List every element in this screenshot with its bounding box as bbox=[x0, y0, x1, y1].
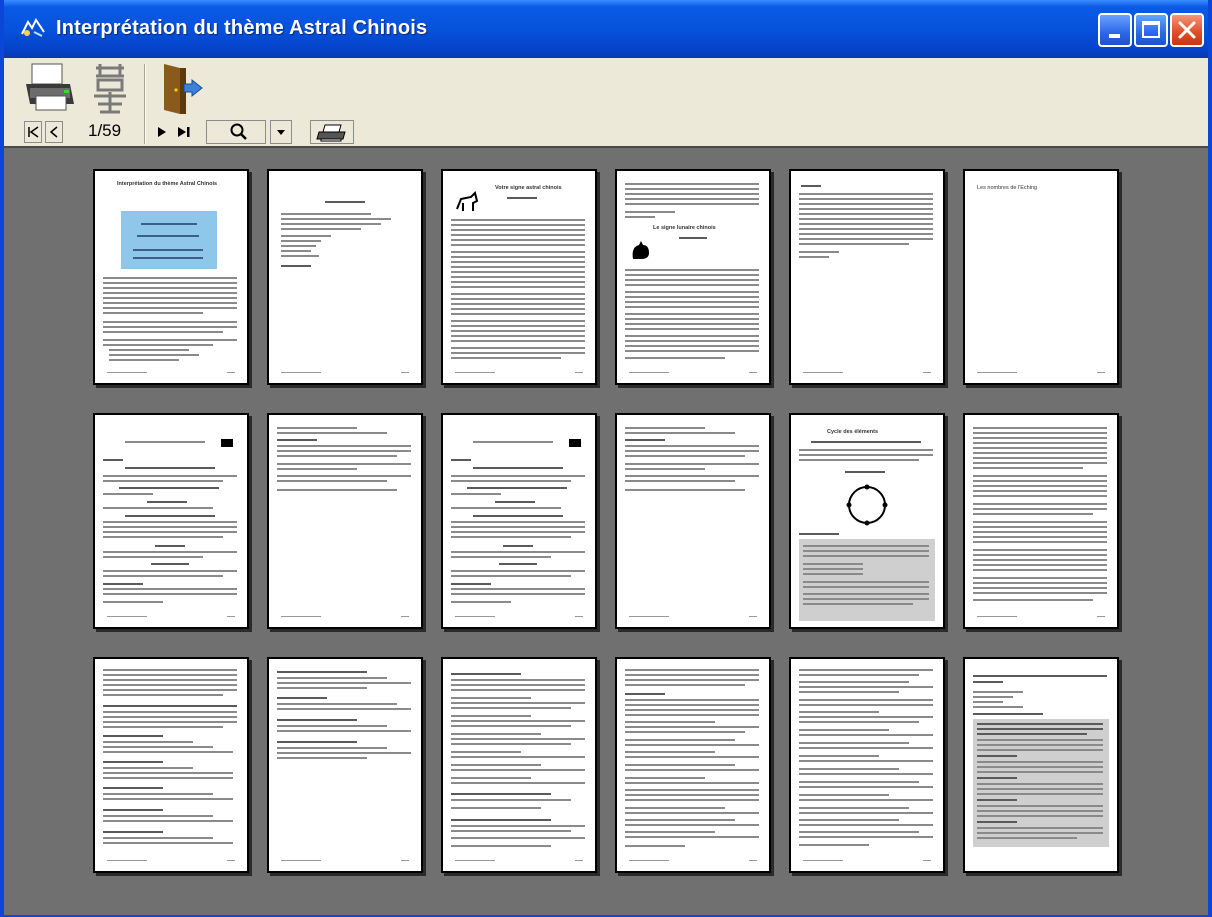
page-viewer[interactable]: Interprétation du thème Astral Chinois V… bbox=[4, 146, 1208, 915]
minimize-icon bbox=[1109, 34, 1120, 38]
previous-page-icon bbox=[49, 126, 58, 138]
close-icon bbox=[1178, 21, 1196, 39]
page-thumbnail[interactable]: Interprétation du thème Astral Chinois bbox=[93, 169, 249, 385]
page-thumbnail[interactable]: Le signe lunaire chinois bbox=[615, 169, 771, 385]
page-thumbnail[interactable] bbox=[267, 413, 423, 629]
small-printer-icon bbox=[316, 124, 346, 142]
printer-icon[interactable] bbox=[24, 62, 80, 114]
next-page-icon bbox=[158, 127, 166, 137]
close-button[interactable] bbox=[1170, 13, 1204, 47]
toolbar: 1/59 bbox=[4, 58, 1208, 147]
toolbar-separator bbox=[144, 64, 146, 144]
page-thumbnail[interactable] bbox=[789, 657, 945, 873]
page-thumbnail[interactable] bbox=[615, 657, 771, 873]
page-thumbnail[interactable] bbox=[93, 657, 249, 873]
page-thumbnail[interactable]: Cycle des éléments bbox=[789, 413, 945, 629]
minimize-button[interactable] bbox=[1098, 13, 1132, 47]
next-page-button[interactable] bbox=[152, 122, 172, 144]
page-thumbnail[interactable] bbox=[963, 657, 1119, 873]
first-page-button[interactable] bbox=[24, 121, 42, 143]
page-thumbnail[interactable] bbox=[267, 169, 423, 385]
first-page-icon bbox=[28, 126, 39, 138]
previous-page-button[interactable] bbox=[45, 121, 63, 143]
chinese-character-icon[interactable] bbox=[90, 62, 130, 114]
page-thumbnail[interactable] bbox=[615, 413, 771, 629]
page-thumbnail[interactable] bbox=[441, 413, 597, 629]
chevron-down-icon bbox=[277, 130, 285, 135]
page-thumbnail[interactable]: Les nombres de l'Eching bbox=[963, 169, 1119, 385]
app-icon bbox=[21, 18, 45, 37]
page-thumbnail[interactable] bbox=[441, 657, 597, 873]
print-button[interactable] bbox=[310, 120, 354, 144]
page-thumbnail[interactable]: Votre signe astral chinois bbox=[441, 169, 597, 385]
maximize-icon bbox=[1142, 21, 1160, 38]
last-page-icon bbox=[178, 127, 190, 137]
page-thumbnail[interactable] bbox=[789, 169, 945, 385]
exit-door-icon[interactable] bbox=[160, 62, 204, 116]
title-bar[interactable]: Interprétation du thème Astral Chinois bbox=[4, 0, 1208, 58]
page-thumbnail[interactable] bbox=[93, 413, 249, 629]
page-thumbnail[interactable] bbox=[963, 413, 1119, 629]
last-page-button[interactable] bbox=[174, 122, 196, 144]
magnifier-icon bbox=[230, 123, 247, 140]
zoom-button[interactable] bbox=[206, 120, 266, 144]
page-indicator: 1/59 bbox=[88, 121, 122, 140]
zoom-dropdown-button[interactable] bbox=[270, 120, 292, 144]
app-window: Interprétation du thème Astral Chinois 1… bbox=[0, 0, 1212, 917]
maximize-button[interactable] bbox=[1134, 13, 1168, 47]
page-thumbnail[interactable] bbox=[267, 657, 423, 873]
window-title: Interprétation du thème Astral Chinois bbox=[56, 17, 428, 39]
